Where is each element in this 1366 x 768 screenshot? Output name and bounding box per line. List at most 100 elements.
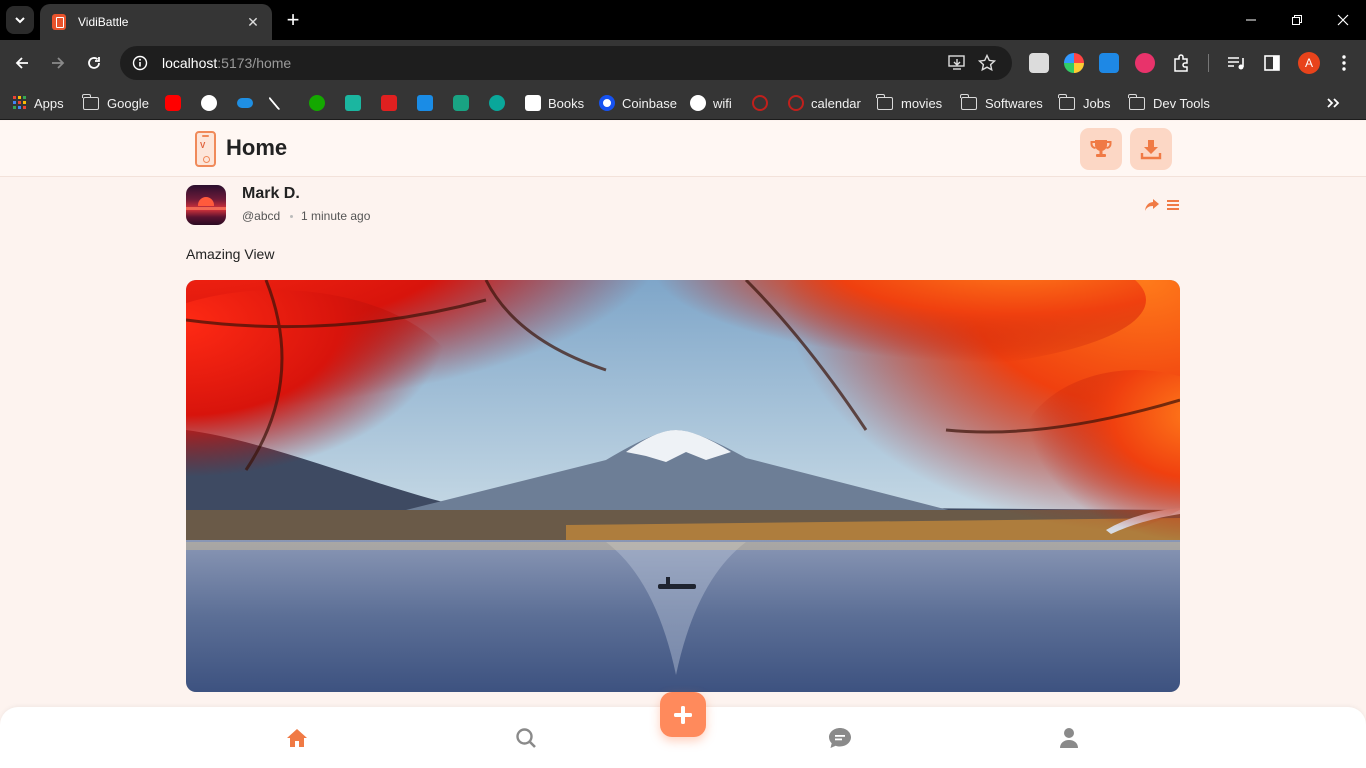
arrow-left-icon xyxy=(15,57,28,69)
folder-icon xyxy=(960,93,977,110)
chevron-down-icon xyxy=(15,17,25,24)
close-window-button[interactable] xyxy=(1320,0,1366,40)
bookmark-folder-dev-tools[interactable]: Dev Tools xyxy=(1128,92,1210,114)
separator-dot xyxy=(290,215,293,218)
browser-toolbar: localhost:5173/home A xyxy=(0,40,1366,86)
post-image[interactable] xyxy=(186,280,1180,692)
nav-home[interactable] xyxy=(285,726,309,750)
browser-tab-active[interactable]: VidiBattle ✕ xyxy=(40,4,272,40)
folder-icon xyxy=(1058,93,1075,110)
bookmark-teal[interactable] xyxy=(489,92,512,114)
upwork-icon xyxy=(309,95,325,111)
back-button[interactable] xyxy=(8,49,36,77)
globe-icon xyxy=(690,95,706,111)
extension-fi-icon[interactable] xyxy=(1099,53,1119,73)
vidibattle-logo[interactable]: V xyxy=(195,131,216,167)
bookmarks-overflow-button[interactable] xyxy=(1326,92,1340,114)
menu-hamburger-icon[interactable] xyxy=(1166,199,1180,211)
tab-title: VidiBattle xyxy=(78,15,129,29)
post-actions xyxy=(1144,198,1180,212)
extension-color-picker-icon[interactable] xyxy=(1064,53,1084,73)
new-tab-button[interactable]: + xyxy=(282,8,304,32)
bookmark-label: Coinbase xyxy=(622,95,677,111)
media-controls-icon[interactable] xyxy=(1226,53,1246,73)
close-icon xyxy=(1337,14,1349,26)
home-icon xyxy=(287,729,307,747)
bookmark-label: wifi xyxy=(713,95,732,111)
bookmark-label: Google xyxy=(107,95,149,111)
bookmark-d[interactable] xyxy=(345,92,368,114)
bookmark-folder-jobs[interactable]: Jobs xyxy=(1058,92,1110,114)
download-button[interactable] xyxy=(1130,128,1172,170)
side-panel-icon[interactable] xyxy=(1262,53,1282,73)
share-icon[interactable] xyxy=(1144,198,1160,212)
search-icon xyxy=(516,728,536,748)
bookmark-github[interactable] xyxy=(201,92,224,114)
plus-icon xyxy=(674,705,692,724)
post-caption: Amazing View xyxy=(186,246,275,262)
bookmark-apps[interactable]: Apps xyxy=(12,92,64,114)
url-text: localhost:5173/home xyxy=(162,55,291,71)
bookmark-p[interactable] xyxy=(381,92,404,114)
bookmark-folder-google[interactable]: Google xyxy=(82,92,149,114)
restore-icon xyxy=(1292,15,1302,25)
bookmark-calendar[interactable]: calendar xyxy=(788,92,861,114)
bookmark-chatgpt[interactable] xyxy=(453,92,476,114)
extensions-puzzle-icon[interactable] xyxy=(1172,53,1192,73)
url-path: :5173/home xyxy=(217,55,292,71)
author-handle[interactable]: @abcd xyxy=(242,209,280,223)
bookmark-folder-softwares[interactable]: Softwares xyxy=(960,92,1043,114)
bookmark-coinbase[interactable]: Coinbase xyxy=(599,92,677,114)
folder-icon xyxy=(82,93,99,110)
bookmark-youtube[interactable] xyxy=(165,92,188,114)
bookmark-vscode[interactable] xyxy=(417,92,440,114)
nav-search[interactable] xyxy=(514,726,538,750)
d-app-icon xyxy=(345,95,361,111)
extension-1-icon[interactable] xyxy=(1029,53,1049,73)
install-app-icon[interactable] xyxy=(948,55,966,71)
forward-button[interactable] xyxy=(44,49,72,77)
tab-search-button[interactable] xyxy=(6,6,34,34)
nav-profile[interactable] xyxy=(1057,726,1081,750)
bookmark-pen[interactable] xyxy=(268,92,284,114)
bookmark-upwork[interactable] xyxy=(309,92,332,114)
double-chevron-right-icon xyxy=(1327,98,1340,108)
post-time: 1 minute ago xyxy=(301,209,371,223)
reload-button[interactable] xyxy=(80,49,108,77)
bookmark-label: Dev Tools xyxy=(1153,95,1210,111)
tab-close-icon[interactable]: ✕ xyxy=(244,14,262,31)
site-info-icon[interactable] xyxy=(132,55,148,71)
chatgpt-icon xyxy=(453,95,469,111)
youtube-icon xyxy=(165,95,181,111)
github-icon xyxy=(201,95,217,111)
restore-button[interactable] xyxy=(1274,0,1320,40)
bookmark-books[interactable]: Books xyxy=(525,92,584,114)
bookmark-folder-movies[interactable]: movies xyxy=(876,92,943,114)
toolbar-divider xyxy=(1208,54,1209,72)
create-post-button[interactable] xyxy=(660,692,706,737)
vidibattle-favicon xyxy=(52,14,66,30)
bookmark-label: Softwares xyxy=(985,95,1043,111)
download-icon xyxy=(1140,140,1162,160)
bookmark-red[interactable] xyxy=(752,92,775,114)
leaderboard-button[interactable] xyxy=(1080,128,1122,170)
browser-tabstrip: VidiBattle ✕ + xyxy=(0,0,1366,40)
author-name[interactable]: Mark D. xyxy=(242,185,300,203)
nav-chat[interactable] xyxy=(828,726,852,750)
bookmark-label: calendar xyxy=(811,95,861,111)
extension-4-icon[interactable] xyxy=(1135,53,1155,73)
author-avatar[interactable] xyxy=(186,185,226,225)
vscode-icon xyxy=(417,95,433,111)
bookmark-wifi[interactable]: wifi xyxy=(690,92,732,114)
bookmark-star-icon[interactable] xyxy=(978,54,996,72)
minimize-button[interactable] xyxy=(1228,0,1274,40)
profile-avatar[interactable]: A xyxy=(1298,52,1320,74)
mount-fuji-autumn-photo xyxy=(186,280,1180,692)
bookmark-label: movies xyxy=(901,95,943,111)
folder-icon xyxy=(876,93,893,110)
bookmark-onedrive[interactable] xyxy=(237,92,260,114)
arrow-right-icon xyxy=(52,57,65,69)
address-bar[interactable]: localhost:5173/home xyxy=(120,46,1012,80)
menu-dots-icon[interactable] xyxy=(1336,54,1352,72)
books-icon xyxy=(525,95,541,111)
